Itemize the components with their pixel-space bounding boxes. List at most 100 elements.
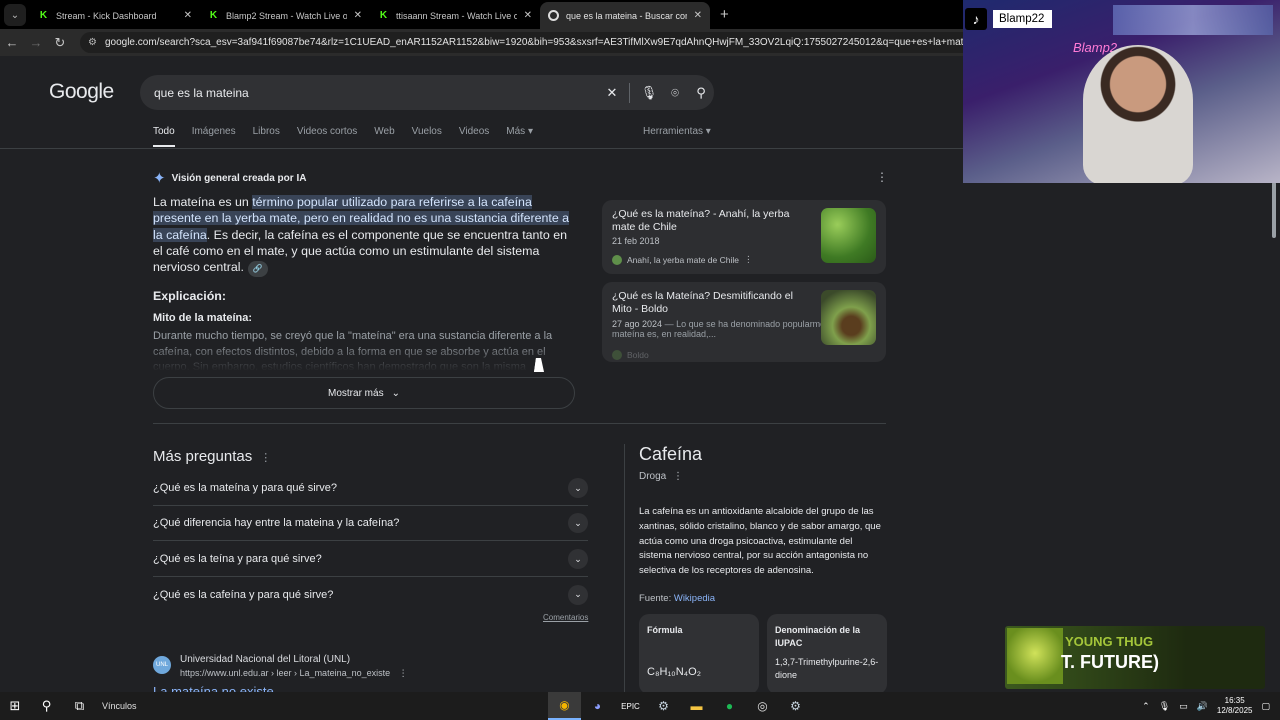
- feedback-link[interactable]: Comentarios: [543, 613, 588, 622]
- more-options-icon[interactable]: ⋮: [260, 452, 271, 464]
- kp-fact-card[interactable]: Denominación de la IUPAC 1,3,7-Trimethyl…: [767, 614, 887, 692]
- more-options-icon[interactable]: ⋮: [876, 170, 888, 184]
- scrollbar-thumb[interactable]: [1272, 182, 1276, 238]
- result-site-name[interactable]: Universidad Nacional del Litoral (UNL): [180, 654, 350, 665]
- kp-fact-card[interactable]: Fórmula C₈H₁₀N₄O₂: [639, 614, 759, 692]
- section-divider: [153, 423, 886, 424]
- chevron-down-icon[interactable]: ⌄: [568, 584, 588, 605]
- wikipedia-link[interactable]: Wikipedia: [674, 593, 715, 604]
- site-info-icon[interactable]: ⚙: [88, 37, 97, 48]
- page-scrollbar[interactable]: [1268, 182, 1280, 692]
- source-site-name: Anahí, la yerba mate de Chile: [627, 254, 739, 265]
- tab-strip: ⌄ K Stream - Kick Dashboard ✕ K Blamp2 S…: [0, 0, 963, 29]
- filter-imagenes[interactable]: Imágenes: [192, 126, 236, 147]
- more-options-icon[interactable]: ⋮: [399, 668, 408, 678]
- windows-start-icon[interactable]: ⊞: [0, 698, 30, 714]
- link-icon[interactable]: 🔗: [247, 261, 268, 278]
- task-view-icon[interactable]: ⧉: [63, 692, 96, 720]
- filter-libros[interactable]: Libros: [253, 126, 280, 147]
- filter-videos[interactable]: Videos: [459, 126, 489, 147]
- tab-ttisaann-stream[interactable]: K ttisaann Stream - Watch Live on ✕: [370, 2, 540, 29]
- search-icon[interactable]: ⚲: [30, 692, 63, 720]
- ai-text-end: . Es decir, la cafeína es el componente …: [153, 227, 567, 275]
- knowledge-panel-subtitle: Droga ⋮: [639, 471, 683, 482]
- tools-button[interactable]: Herramientas ▾: [643, 126, 711, 137]
- more-options-icon[interactable]: ⋮: [744, 254, 753, 265]
- search-box[interactable]: que es la mateina ✕ 🎙 ⌾ ⚲: [140, 75, 714, 110]
- reload-icon: ↻: [54, 34, 66, 50]
- filters-divider: [0, 148, 963, 149]
- source-title[interactable]: ¿Qué es la mateína? - Anahí, la yerba ma…: [612, 208, 802, 234]
- notifications-icon[interactable]: ▢: [1261, 701, 1270, 712]
- close-icon[interactable]: ✕: [184, 10, 192, 21]
- network-icon[interactable]: ▭: [1179, 701, 1188, 712]
- show-more-label: Mostrar más: [328, 387, 384, 399]
- google-logo[interactable]: Google: [49, 80, 114, 104]
- system-clock[interactable]: 16:35 12/8/2025: [1217, 696, 1253, 716]
- source-thumbnail[interactable]: [821, 290, 876, 345]
- chrome-icon[interactable]: ◉: [548, 692, 581, 720]
- microphone-icon[interactable]: 🎙: [636, 85, 662, 101]
- filter-videos-cortos[interactable]: Videos cortos: [297, 126, 357, 147]
- close-icon[interactable]: ✕: [524, 10, 532, 21]
- search-icon[interactable]: ⚲: [688, 85, 714, 101]
- tab-search-button[interactable]: ⌄: [4, 4, 26, 26]
- source-thumbnail[interactable]: [821, 208, 876, 263]
- paa-question[interactable]: ¿Qué es la teína y para qué sirve? ⌄: [153, 542, 588, 577]
- steam-icon[interactable]: ⚙: [779, 692, 812, 720]
- new-tab-button[interactable]: +: [710, 6, 739, 29]
- search-input[interactable]: que es la mateina: [154, 86, 599, 100]
- chevron-down-icon[interactable]: ⌄: [568, 478, 588, 498]
- discord-icon[interactable]: ◕: [581, 692, 614, 720]
- chevron-up-icon[interactable]: ⌃: [1142, 701, 1150, 712]
- obs-icon[interactable]: ◎: [746, 692, 779, 720]
- tab-google-search[interactable]: que es la mateina - Buscar con ✕: [540, 2, 710, 29]
- filter-vuelos[interactable]: Vuelos: [412, 126, 442, 147]
- back-button[interactable]: ←: [0, 31, 24, 55]
- tiktok-username: Blamp22: [993, 10, 1053, 28]
- close-icon[interactable]: ✕: [694, 10, 702, 21]
- paa-question[interactable]: ¿Qué diferencia hay entre la mateina y l…: [153, 506, 588, 541]
- album-art: [1007, 628, 1063, 684]
- filter-mas[interactable]: Más ▾: [506, 126, 533, 147]
- tab-blamp2-stream[interactable]: K Blamp2 Stream - Watch Live on ✕: [200, 2, 370, 29]
- source-title[interactable]: ¿Qué es la Mateína? Desmitificando el Mi…: [612, 290, 802, 316]
- tab-kick-dashboard[interactable]: K Stream - Kick Dashboard ✕: [30, 2, 200, 29]
- show-more-button[interactable]: Mostrar más ⌄: [153, 377, 575, 409]
- filter-todo[interactable]: Todo: [153, 126, 175, 147]
- filter-web[interactable]: Web: [374, 126, 394, 147]
- microphone-icon[interactable]: 🎙: [1159, 701, 1170, 712]
- volume-icon[interactable]: 🔊: [1197, 701, 1208, 712]
- forward-button[interactable]: →: [24, 31, 48, 55]
- music-song: T. FUTURE): [1061, 652, 1159, 672]
- steam-icon[interactable]: ⚙: [647, 692, 680, 720]
- spotify-icon[interactable]: ●: [713, 692, 746, 720]
- close-icon[interactable]: ✕: [354, 10, 362, 21]
- epic-games-icon[interactable]: EPIC: [614, 692, 647, 720]
- links-toolbar[interactable]: Vínculos: [102, 701, 137, 711]
- chevron-down-icon[interactable]: ⌄: [568, 513, 588, 533]
- windows-taskbar: ⊞ ⚲ ⧉ Vínculos ◉ ◕ EPIC ⚙ ▬ ● ◎ ⚙ ⌃ 🎙 ▭ …: [0, 692, 1280, 720]
- source-card[interactable]: ¿Qué es la mateína? - Anahí, la yerba ma…: [602, 200, 886, 274]
- chevron-down-icon[interactable]: ⌄: [568, 549, 588, 569]
- camera-search-icon[interactable]: ⌾: [662, 85, 688, 101]
- paa-question[interactable]: ¿Qué es la cafeína y para qué sirve? ⌄: [153, 577, 588, 612]
- knowledge-panel-source: Fuente: Wikipedia: [639, 593, 715, 604]
- chevron-down-icon: ⌄: [391, 387, 400, 399]
- kp-fact-key: Denominación de la IUPAC: [775, 625, 861, 648]
- ai-overview-text: La mateína es un término popular utiliza…: [153, 194, 573, 278]
- tab-title: Blamp2 Stream - Watch Live on: [226, 10, 347, 21]
- paa-question-text: ¿Qué es la mateína y para qué sirve?: [153, 482, 338, 494]
- clear-icon[interactable]: ✕: [599, 85, 625, 101]
- url-field[interactable]: ⚙ google.com/search?sca_esv=3af941f69087…: [80, 32, 963, 53]
- paa-question[interactable]: ¿Qué es la mateína y para qué sirve? ⌄: [153, 471, 588, 506]
- reload-button[interactable]: ↻: [48, 31, 72, 55]
- result-title-link[interactable]: La mateína no existe: [153, 684, 274, 692]
- chevron-down-icon: ⌄: [10, 9, 20, 21]
- more-options-icon[interactable]: ⋮: [673, 471, 683, 482]
- paa-title-text: Más preguntas: [153, 448, 253, 465]
- file-explorer-icon[interactable]: ▬: [680, 692, 713, 720]
- ai-overview-label: Visión general creada por IA: [171, 172, 307, 184]
- paa-question-text: ¿Qué diferencia hay entre la mateina y l…: [153, 517, 400, 529]
- source-card[interactable]: ¿Qué es la Mateína? Desmitificando el Mi…: [602, 282, 886, 362]
